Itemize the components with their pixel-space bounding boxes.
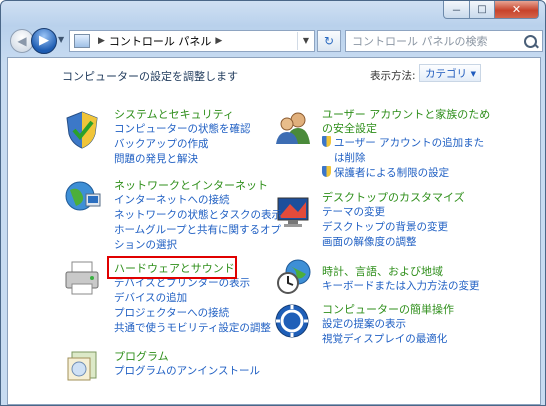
link-find-fix-problems[interactable]: 問題の発見と解決 [114,152,251,167]
content-area: コンピューターの設定を調整します 表示方法: カテゴリ ▼ システムとセキュリテ… [7,57,541,405]
link-add-device[interactable]: デバイスの追加 [114,291,271,306]
control-panel-window: － □ ✕ ◀ ▶ ▼ ▶ コントロール パネル ▶ ▼ ↻ コントロール パネ… [0,0,546,406]
link-add-remove-accounts-cont[interactable]: は削除 [322,151,490,166]
control-panel-icon [74,34,90,48]
uac-shield-icon [322,136,331,147]
refresh-button[interactable]: ↻ [317,30,341,52]
link-homegroup-sharing[interactable]: ホームグループと共有に関するオプ [114,223,282,238]
category-network-internet: ネットワークとインターネット インターネットへの接続 ネットワークの状態とタスク… [114,179,282,253]
link-suggest-settings[interactable]: 設定の提案の表示 [322,317,454,332]
programs-icon [67,351,97,381]
link-change-background[interactable]: デスクトップの背景の変更 [322,220,465,235]
address-bar[interactable]: ▶ コントロール パネル ▶ ▼ [69,30,315,52]
link-create-backup[interactable]: バックアップの作成 [114,137,251,152]
link-mobility-settings[interactable]: 共通で使うモビリティ設定の調整 [114,321,271,336]
link-parental-controls[interactable]: 保護者による制限の設定 [322,166,490,181]
caption-buttons: － □ ✕ [443,1,539,19]
link-connect-projector[interactable]: プロジェクターへの接続 [114,306,271,321]
link-homegroup-sharing-cont[interactable]: ションの選択 [114,238,282,253]
category-title-system-security[interactable]: システムとセキュリティ [114,108,251,122]
network-globe-icon [65,181,101,211]
view-by-label: 表示方法: [370,70,416,82]
category-title-clock-language-region[interactable]: 時計、言語、および地域 [322,265,480,279]
page-heading: コンピューターの設定を調整します [62,70,238,83]
category-title-user-accounts[interactable]: ユーザー アカウントと家族のため [322,108,490,122]
category-title-network-internet[interactable]: ネットワークとインターネット [114,179,282,193]
breadcrumb-control-panel[interactable]: コントロール パネル [109,33,212,49]
link-connect-internet[interactable]: インターネットへの接続 [114,193,282,208]
link-network-status-tasks[interactable]: ネットワークの状態とタスクの表示 [114,208,282,223]
uac-shield-icon [322,166,331,177]
close-button[interactable]: ✕ [495,1,539,19]
category-title-desktop-customization[interactable]: デスクトップのカスタマイズ [322,191,465,205]
category-title-ease-of-access[interactable]: コンピューターの簡単操作 [322,303,454,317]
minimize-button[interactable]: － [443,1,470,19]
users-icon [276,112,310,144]
printer-icon [65,261,99,295]
search-box[interactable]: コントロール パネルの検索 [345,30,543,52]
search-icon[interactable] [524,34,537,48]
link-add-remove-accounts[interactable]: ユーザー アカウントの追加また [322,136,490,151]
view-by-dropdown[interactable]: カテゴリ [419,64,481,83]
category-title-programs[interactable]: プログラム [114,350,260,364]
maximize-button[interactable]: □ [470,1,495,19]
category-ease-of-access: コンピューターの簡単操作 設定の提案の表示 視覚ディスプレイの最適化 [322,303,454,347]
address-dropdown-icon[interactable]: ▼ [297,32,314,50]
category-title-user-accounts-cont[interactable]: の安全設定 [322,122,490,136]
link-adjust-resolution[interactable]: 画面の解像度の調整 [322,235,465,250]
recent-pages-dropdown-icon[interactable]: ▼ [58,35,64,44]
category-clock-language-region: 時計、言語、および地域 キーボードまたは入力方法の変更 [322,265,480,294]
ease-of-access-icon [275,304,309,338]
link-change-theme[interactable]: テーマの変更 [322,205,465,220]
category-programs: プログラム プログラムのアンインストール [114,350,260,379]
link-optimize-display[interactable]: 視覚ディスプレイの最適化 [322,332,454,347]
category-desktop-customization: デスクトップのカスタマイズ テーマの変更 デスクトップの背景の変更 画面の解像度… [322,191,465,250]
link-parental-controls-text[interactable]: 保護者による制限の設定 [334,167,449,179]
chevron-right-icon[interactable]: ▶ [215,36,222,46]
forward-button[interactable]: ▶ [31,28,57,54]
link-check-computer-status[interactable]: コンピューターの状態を確認 [114,122,251,137]
shield-icon [66,111,98,149]
chevron-right-icon[interactable]: ▶ [98,36,105,46]
navigation-bar: ◀ ▶ ▼ ▶ コントロール パネル ▶ ▼ ↻ コントロール パネルの検索 [1,27,545,55]
link-change-keyboard-input[interactable]: キーボードまたは入力方法の変更 [322,279,480,294]
search-input[interactable]: コントロール パネルの検索 [346,33,488,49]
category-user-accounts: ユーザー アカウントと家族のため の安全設定 ユーザー アカウントの追加また は… [322,108,490,181]
clock-globe-icon [277,259,311,294]
highlight-box [107,256,237,279]
category-system-security: システムとセキュリティ コンピューターの状態を確認 バックアップの作成 問題の発… [114,108,251,167]
link-add-remove-accounts-text[interactable]: ユーザー アカウントの追加また [334,137,484,149]
link-uninstall-program[interactable]: プログラムのアンインストール [114,364,260,379]
